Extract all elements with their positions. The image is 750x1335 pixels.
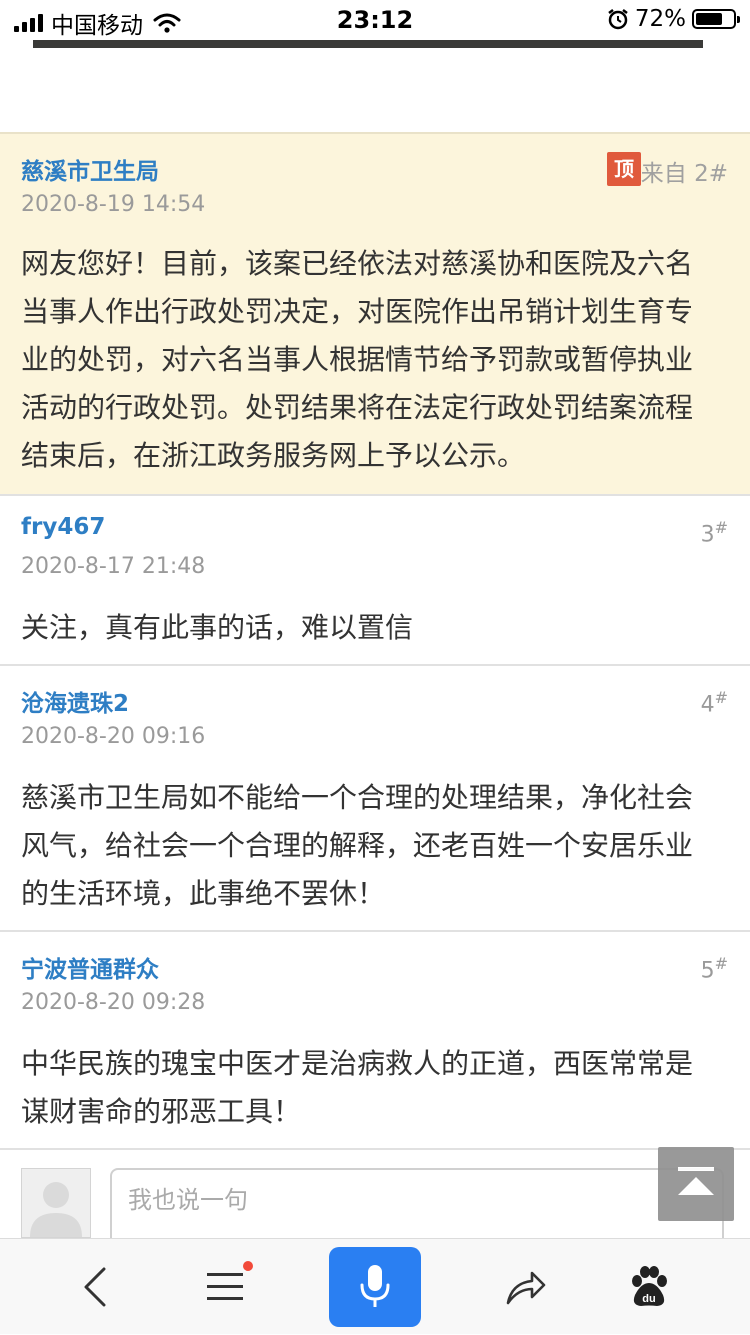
post-author[interactable]: 慈溪市卫生局 [21, 152, 159, 186]
post-date: 2020-8-19 14:54 [21, 192, 206, 217]
floor-value: 3 [700, 522, 715, 548]
post-content: 关注，真有此事的话，难以置信 [21, 611, 414, 644]
user-avatar[interactable] [21, 1168, 91, 1238]
from-floor-label: 来自 2# [640, 161, 728, 187]
floor-mark: # [714, 954, 728, 973]
share-icon [506, 1271, 546, 1305]
voice-input-button[interactable] [329, 1247, 421, 1327]
back-button[interactable] [50, 1239, 140, 1335]
svg-text:du: du [642, 1293, 655, 1305]
alarm-icon [608, 9, 628, 30]
floor-value: 4 [700, 692, 715, 718]
floor-value: 5 [700, 958, 715, 984]
post-floor-2: 慈溪市卫生局 2020-8-19 14:54 顶 来自 2# 网友您好！目前，该… [0, 132, 750, 495]
reply-input[interactable]: 我也说一句 [110, 1168, 724, 1248]
scroll-to-top-icon [678, 1167, 714, 1195]
post-floor-5: 宁波普通群众 2020-8-20 09:28 5# 中华民族的瑰宝中医才是治病救… [0, 930, 750, 1150]
microphone-icon [360, 1265, 390, 1307]
status-bar: 中国移动 23:12 72% [0, 0, 750, 40]
floor-mark: # [714, 518, 728, 537]
floor-mark: # [714, 688, 728, 707]
post-author[interactable]: 沧海遗珠2 [21, 684, 129, 718]
reply-bar: 我也说一句 [0, 1148, 750, 1248]
menu-icon [207, 1273, 243, 1300]
post-content: 中华民族的瑰宝中医才是治病救人的正道，西医常常是谋财害命的邪恶工具！ [21, 1047, 694, 1128]
top-image-edge [33, 40, 703, 48]
post-date: 2020-8-20 09:28 [21, 990, 206, 1015]
menu-button[interactable] [180, 1239, 270, 1335]
post-floor-4: 沧海遗珠2 2020-8-20 09:16 4# 慈溪市卫生局如不能给一个合理的… [0, 664, 750, 931]
post-date: 2020-8-17 21:48 [21, 554, 206, 579]
battery-percent: 72% [634, 6, 686, 32]
post-date: 2020-8-20 09:16 [21, 724, 206, 749]
bottom-navigation: du [0, 1238, 750, 1334]
back-arrow-icon [84, 1267, 106, 1307]
default-avatar-icon [30, 1182, 82, 1237]
battery-icon [692, 9, 740, 29]
post-author[interactable]: 宁波普通群众 [21, 950, 159, 984]
floor-number: 3# [701, 518, 728, 547]
post-content: 网友您好！目前，该案已经依法对慈溪协和医院及六名当事人作出行政处罚决定，对医院作… [21, 247, 694, 472]
scroll-to-top-button[interactable] [658, 1147, 734, 1221]
post-content: 慈溪市卫生局如不能给一个合理的处理结果，净化社会风气，给社会一个合理的解释，还老… [21, 781, 694, 910]
top-badge-icon: 顶 [607, 152, 641, 186]
baidu-home-button[interactable]: du [604, 1239, 694, 1335]
share-button[interactable] [481, 1239, 571, 1335]
status-right: 72% [607, 6, 740, 32]
floor-number: 5# [701, 954, 728, 983]
floor-number: 4# [701, 688, 728, 717]
post-author[interactable]: fry467 [21, 514, 105, 540]
baidu-paw-icon: du [632, 1266, 667, 1306]
post-floor-3: fry467 2020-8-17 21:48 3# 关注，真有此事的话，难以置信 [0, 494, 750, 665]
notification-dot [243, 1261, 253, 1271]
